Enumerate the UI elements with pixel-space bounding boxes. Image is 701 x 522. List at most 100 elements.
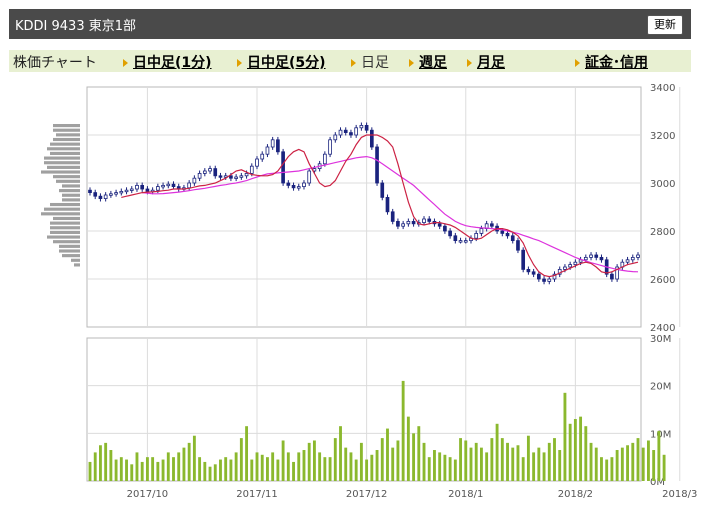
volume-bar xyxy=(438,452,442,481)
volume-bar xyxy=(344,447,348,481)
volume-bar xyxy=(187,442,191,481)
volume-bar xyxy=(286,452,290,481)
volume-bar xyxy=(469,447,473,481)
volume-bar xyxy=(443,454,447,481)
volume-bar xyxy=(339,426,342,481)
candle-body xyxy=(458,240,463,243)
candle-body xyxy=(234,176,238,179)
price-panel xyxy=(86,86,642,328)
volume-profile-bar xyxy=(53,175,80,179)
price-tick-label: 2600 xyxy=(650,275,675,286)
volume-bar xyxy=(396,440,400,481)
candle-body xyxy=(380,182,385,198)
volume-bar xyxy=(255,452,259,481)
volume-bar xyxy=(239,438,243,481)
volume-bar xyxy=(662,454,666,481)
candle-body xyxy=(537,273,541,280)
volume-bar xyxy=(365,459,369,481)
volume-bar xyxy=(323,457,327,481)
candle-body xyxy=(129,188,134,191)
date-tick-label: 2018/1 xyxy=(448,489,483,500)
volume-bar xyxy=(297,452,301,481)
candle-body xyxy=(265,146,270,155)
volume-bar xyxy=(406,416,410,481)
candle-body xyxy=(88,189,92,193)
volume-bar xyxy=(537,447,541,481)
candle-body xyxy=(286,182,291,186)
volume-bar xyxy=(93,452,97,481)
candle-body xyxy=(276,139,280,153)
volume-bar xyxy=(234,452,238,481)
volume-profile-bar xyxy=(50,142,80,146)
volume-bar xyxy=(479,447,483,481)
volume-bar xyxy=(99,445,102,481)
volume-profile-bar xyxy=(47,235,80,239)
candle-body xyxy=(349,132,353,136)
volume-bar xyxy=(412,433,416,481)
volume-bar xyxy=(427,457,431,481)
candle-body xyxy=(474,232,479,239)
volume-bar xyxy=(213,464,217,481)
volume-bar xyxy=(657,430,661,481)
volume-bar xyxy=(354,459,358,481)
candle-body xyxy=(171,183,176,187)
candle-body xyxy=(448,230,452,237)
volume-bar xyxy=(359,442,363,481)
volume-bar xyxy=(328,457,332,481)
candle-body xyxy=(244,172,249,177)
volume-bar xyxy=(563,392,567,481)
candle-body xyxy=(479,228,484,234)
candle-body xyxy=(202,170,207,174)
candle-body xyxy=(197,172,202,179)
candle-body xyxy=(260,153,265,160)
volume-bar xyxy=(610,457,614,481)
volume-bar xyxy=(114,459,118,481)
volume-bar xyxy=(156,461,160,481)
volume-bar xyxy=(422,442,426,481)
volume-bar xyxy=(490,438,494,481)
volume-bar xyxy=(448,457,452,481)
volume-profile-bar xyxy=(44,156,80,160)
volume-bar xyxy=(532,452,536,481)
volume-profile-bar xyxy=(74,263,80,267)
volume-bar xyxy=(375,450,379,481)
candle-body xyxy=(500,230,505,234)
candle-body xyxy=(401,223,405,227)
volume-profile-bar xyxy=(59,189,80,193)
candle-body xyxy=(328,139,332,155)
volume-bar xyxy=(500,438,504,481)
candle-body xyxy=(396,220,400,227)
volume-bar xyxy=(260,454,264,481)
volume-profile-bar xyxy=(59,244,80,248)
volume-bar xyxy=(589,442,593,481)
candle-body xyxy=(573,261,578,266)
candle-body xyxy=(385,196,390,213)
volume-bar xyxy=(626,445,629,481)
volume-bar xyxy=(208,466,212,481)
volume-bar xyxy=(349,452,353,481)
volume-bar xyxy=(600,457,603,481)
volume-bar xyxy=(219,459,222,481)
date-tick-label: 2018/2 xyxy=(558,489,593,500)
volume-bar xyxy=(198,457,202,481)
volume-bar xyxy=(135,452,139,481)
volume-bar xyxy=(526,435,530,481)
candle-body xyxy=(437,223,442,227)
price-tick-label: 2400 xyxy=(650,323,675,334)
candle-body xyxy=(161,184,165,188)
candle-body xyxy=(338,129,343,136)
price-tick-label: 3200 xyxy=(650,131,675,142)
volume-tick-label: 20M xyxy=(650,382,671,393)
volume-bar xyxy=(182,447,186,481)
volume-profile-bar xyxy=(53,124,80,128)
candle-body xyxy=(369,129,374,148)
candle-body xyxy=(296,186,301,189)
candle-body xyxy=(93,192,98,197)
candle-body xyxy=(333,134,338,141)
volume-bar xyxy=(391,447,395,481)
volume-bar xyxy=(506,442,509,481)
volume-bar xyxy=(584,426,588,481)
candle-body xyxy=(630,256,635,261)
volume-profile-bar xyxy=(53,240,80,244)
volume-profile-bar xyxy=(41,170,80,174)
